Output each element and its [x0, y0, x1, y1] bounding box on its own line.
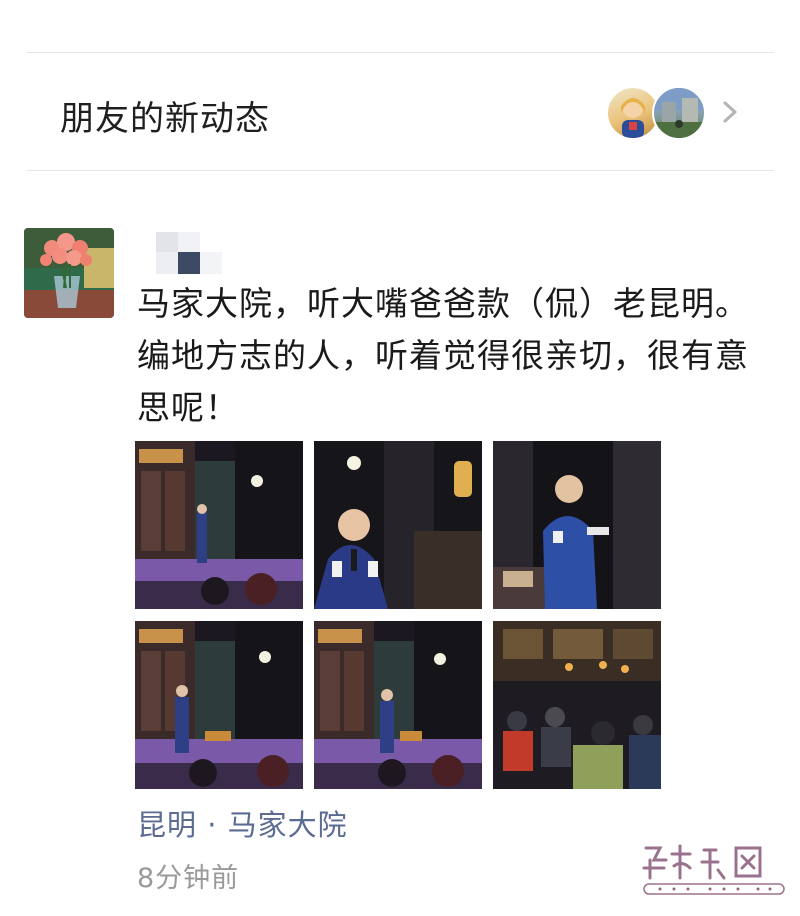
post-location-link[interactable]: 昆明 · 马家大院	[137, 802, 348, 844]
post-timestamp: 8分钟前	[137, 863, 240, 894]
post-photo-4[interactable]	[135, 621, 303, 789]
site-watermark-logo	[642, 844, 785, 895]
post-photo-5[interactable]	[314, 621, 482, 789]
poster-avatar[interactable]	[24, 228, 114, 318]
chevron-right-icon[interactable]	[717, 97, 743, 127]
friends-updates-title: 朋友的新动态	[60, 99, 270, 139]
friends-updates-row[interactable]: 朋友的新动态	[0, 53, 800, 170]
moments-page: 朋友的新动态 马家大院，听大嘴爸爸款（侃）老昆明。编地方志的人，听着觉得很亲切，…	[0, 0, 800, 916]
post-text: 马家大院，听大嘴爸爸款（侃）老昆明。编地方志的人，听着觉得很亲切，很有意思呢！	[137, 284, 749, 427]
section-divider	[27, 170, 774, 171]
post-photo-2[interactable]	[314, 441, 482, 609]
post-photo-3[interactable]	[493, 441, 661, 609]
poster-name-obscured	[156, 232, 222, 274]
post-photo-1[interactable]	[135, 441, 303, 609]
friend-avatar-2	[652, 86, 706, 140]
post-photo-6[interactable]	[493, 621, 661, 789]
